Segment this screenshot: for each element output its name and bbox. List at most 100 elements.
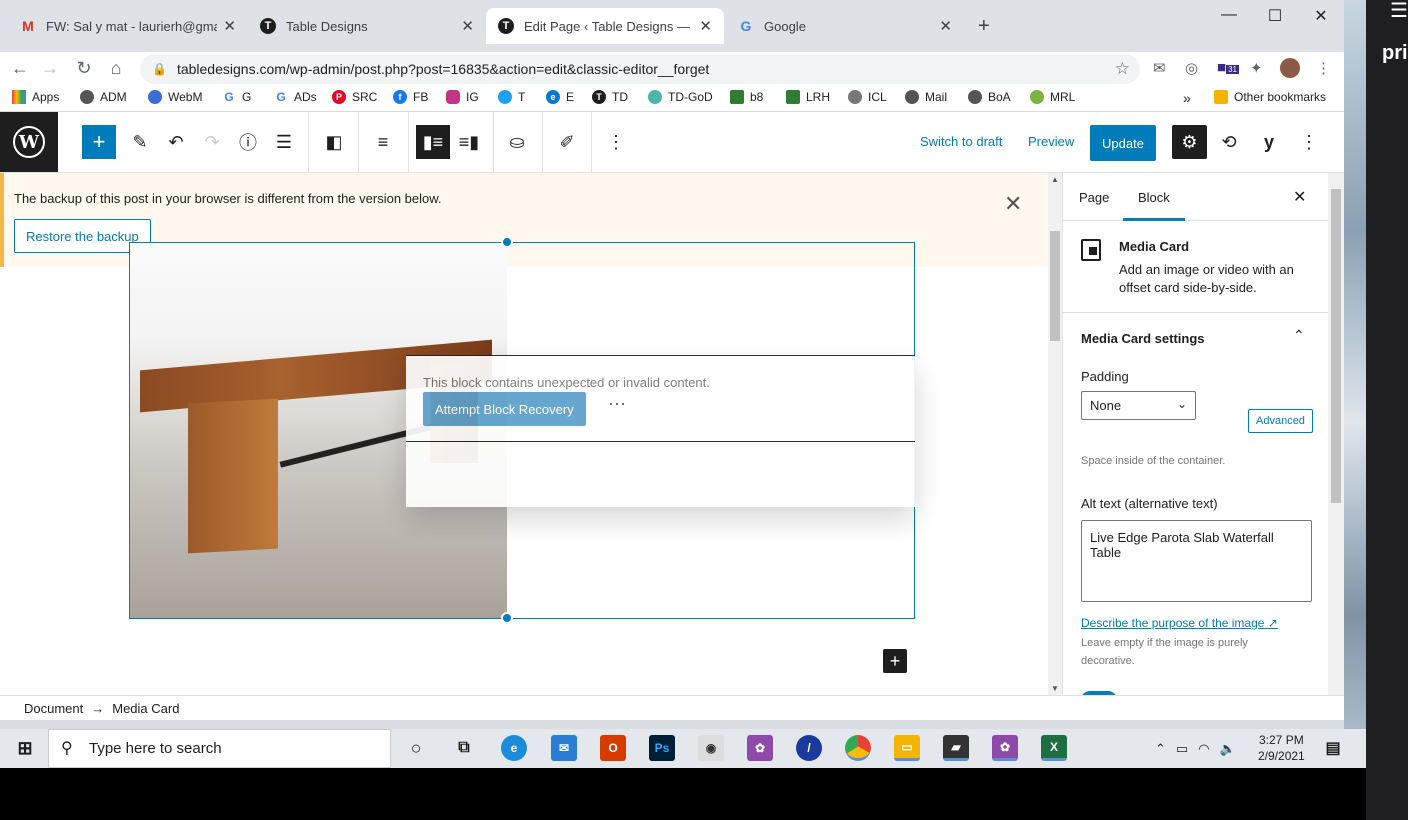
bookmark-adm[interactable]: ADM bbox=[80, 90, 127, 104]
preview-button[interactable]: Preview bbox=[1028, 134, 1074, 149]
eye-app-icon[interactable]: ◉ bbox=[698, 735, 724, 761]
close-sidebar-icon[interactable]: ✕ bbox=[1293, 187, 1306, 207]
sticky-notes-icon[interactable]: ▰ bbox=[943, 735, 969, 761]
editor-options-icon[interactable]: ⋮ bbox=[1292, 125, 1326, 159]
home-icon[interactable]: ⌂ bbox=[104, 58, 128, 79]
breadcrumb-document[interactable]: Document bbox=[24, 701, 83, 716]
bookmark-g[interactable]: GG bbox=[222, 90, 251, 104]
bookmark-src[interactable]: P SRC bbox=[332, 90, 377, 104]
close-window-icon[interactable]: ✕ bbox=[1298, 6, 1344, 26]
cortana-icon[interactable]: ○ bbox=[403, 735, 429, 761]
edit-tool-icon[interactable]: ✎ bbox=[123, 125, 157, 159]
bookmark-boa[interactable]: BoA bbox=[968, 90, 1011, 104]
bookmarks-overflow[interactable]: » bbox=[1183, 90, 1191, 106]
update-button[interactable]: Update bbox=[1090, 125, 1156, 161]
close-icon[interactable]: ✕ bbox=[223, 17, 236, 35]
undo-icon[interactable]: ↶ bbox=[159, 125, 193, 159]
photoshop-icon[interactable]: Ps bbox=[649, 735, 675, 761]
avatar[interactable] bbox=[1280, 58, 1300, 78]
calendar-extension-icon[interactable]: ■ 31 bbox=[1217, 59, 1239, 76]
chrome-icon[interactable] bbox=[845, 735, 871, 761]
alt-text-help-link[interactable]: Describe the purpose of the image ↗ bbox=[1081, 616, 1278, 630]
other-bookmarks[interactable]: Other bookmarks bbox=[1214, 90, 1326, 104]
more-options-icon[interactable]: ⋮ bbox=[599, 125, 633, 159]
edge-icon[interactable]: e bbox=[501, 735, 527, 761]
block-type-icon[interactable]: ◧ bbox=[317, 125, 351, 159]
bookmark-b8[interactable]: b8 bbox=[730, 90, 763, 104]
office-icon[interactable]: O bbox=[600, 735, 626, 761]
forward-icon[interactable]: → bbox=[38, 58, 62, 79]
alt-text-field[interactable]: Live Edge Parota Slab Waterfall Table bbox=[1081, 520, 1312, 602]
volume-icon[interactable]: 🔈 bbox=[1220, 741, 1236, 757]
close-icon[interactable]: ✕ bbox=[461, 17, 474, 35]
bookmark-fb[interactable]: f FB bbox=[393, 90, 428, 104]
panel-title[interactable]: Media Card settings bbox=[1081, 331, 1205, 346]
padding-select[interactable]: None ⌄ bbox=[1081, 391, 1196, 420]
bookmark-ig[interactable]: IG bbox=[446, 90, 479, 104]
align-icon[interactable]: ≡ bbox=[366, 125, 400, 159]
add-block-plus-icon[interactable]: + bbox=[883, 649, 907, 673]
bookmark-mrl[interactable]: MRL bbox=[1030, 90, 1075, 104]
kebab-menu-icon[interactable]: ⋮ bbox=[1316, 59, 1331, 77]
mail-extension-icon[interactable]: ✉ bbox=[1153, 59, 1166, 77]
media-left-icon[interactable]: ▮≡ bbox=[416, 125, 450, 159]
minimize-icon[interactable]: — bbox=[1206, 6, 1252, 24]
battery-icon[interactable]: ▭ bbox=[1176, 741, 1188, 757]
info-icon[interactable]: ⓘ bbox=[231, 125, 265, 159]
scrollbar-thumb[interactable] bbox=[1050, 231, 1060, 341]
taskbar-clock[interactable]: 3:27 PM 2/9/2021 bbox=[1258, 732, 1305, 764]
purple-app-icon[interactable]: ✿ bbox=[747, 735, 773, 761]
switch-to-draft-button[interactable]: Switch to draft bbox=[920, 134, 1002, 149]
attempt-recovery-button[interactable]: Attempt Block Recovery bbox=[423, 392, 586, 426]
bookmark-td[interactable]: T TD bbox=[592, 90, 628, 104]
mail-icon[interactable]: ✉ bbox=[551, 735, 577, 761]
tab-gmail[interactable]: M FW: Sal y mat - laurierh@gmail.co ✕ bbox=[8, 8, 248, 44]
resize-handle[interactable] bbox=[501, 236, 513, 248]
add-block-button[interactable]: + bbox=[82, 125, 116, 159]
bookmark-lrh[interactable]: LRH bbox=[786, 90, 830, 104]
maximize-icon[interactable]: ☐ bbox=[1252, 6, 1298, 26]
url-input[interactable]: 🔒 tabledesigns.com/wp-admin/post.php?pos… bbox=[140, 54, 1140, 84]
slash-app-icon[interactable]: / bbox=[796, 735, 822, 761]
scroll-down-icon[interactable]: ▼ bbox=[1051, 684, 1059, 693]
advanced-button[interactable]: Advanced bbox=[1248, 409, 1313, 433]
media-right-icon[interactable]: ≡▮ bbox=[452, 125, 486, 159]
breadcrumb-media-card[interactable]: Media Card bbox=[112, 701, 179, 716]
yoast-icon[interactable]: y bbox=[1252, 125, 1286, 159]
close-notice-icon[interactable]: ✕ bbox=[1004, 191, 1022, 217]
bookmark-ads[interactable]: G ADs bbox=[274, 90, 317, 104]
bookmark-mail[interactable]: Mail bbox=[905, 90, 947, 104]
tab-page[interactable]: Page bbox=[1079, 190, 1109, 205]
file-explorer-icon[interactable]: ▭ bbox=[894, 735, 920, 761]
back-icon[interactable]: ← bbox=[8, 58, 32, 79]
paint-bucket-icon[interactable]: ⛀ bbox=[500, 125, 534, 159]
windows-start-icon[interactable]: ⊞ bbox=[12, 735, 38, 761]
purple-app-icon[interactable]: ✿ bbox=[992, 735, 1018, 761]
tab-google[interactable]: G Google ✕ bbox=[726, 8, 964, 44]
scrollbar-thumb[interactable] bbox=[1331, 189, 1341, 503]
bookmark-t[interactable]: T bbox=[498, 90, 525, 104]
close-icon[interactable]: ✕ bbox=[939, 17, 952, 35]
tab-edit-page[interactable]: T Edit Page ‹ Table Designs — Wor ✕ bbox=[486, 8, 724, 44]
bookmark-star-icon[interactable]: ☆ bbox=[1115, 59, 1130, 79]
extension-icon[interactable]: ◎ bbox=[1185, 59, 1198, 77]
tab-table-designs[interactable]: T Table Designs ✕ bbox=[248, 8, 486, 44]
notification-icon[interactable]: ▤ bbox=[1320, 735, 1346, 761]
more-actions-icon[interactable]: ⋯ bbox=[608, 394, 626, 415]
settings-gear-icon[interactable]: ⚙ bbox=[1172, 125, 1207, 159]
puzzle-icon[interactable]: ✦ bbox=[1250, 59, 1263, 77]
menu-icon[interactable]: ☰ bbox=[1390, 0, 1408, 23]
task-view-icon[interactable]: ⧉ bbox=[451, 735, 477, 761]
bookmark-apps[interactable]: Apps bbox=[12, 90, 59, 104]
bookmark-td-god[interactable]: TD-GoD bbox=[648, 90, 713, 104]
bookmark-webm[interactable]: WebM bbox=[148, 90, 202, 104]
excel-icon[interactable]: X bbox=[1041, 735, 1067, 761]
chevron-up-icon[interactable]: ⌃ bbox=[1155, 741, 1166, 757]
tab-block[interactable]: Block bbox=[1123, 190, 1185, 221]
bookmark-icl[interactable]: ICL bbox=[848, 90, 887, 104]
list-view-icon[interactable]: ☰ bbox=[267, 125, 301, 159]
wordpress-logo[interactable]: W bbox=[0, 112, 58, 172]
wifi-icon[interactable]: ◠ bbox=[1198, 741, 1209, 757]
redo-icon[interactable]: ↷ bbox=[195, 125, 229, 159]
scroll-up-icon[interactable]: ▲ bbox=[1051, 175, 1059, 184]
